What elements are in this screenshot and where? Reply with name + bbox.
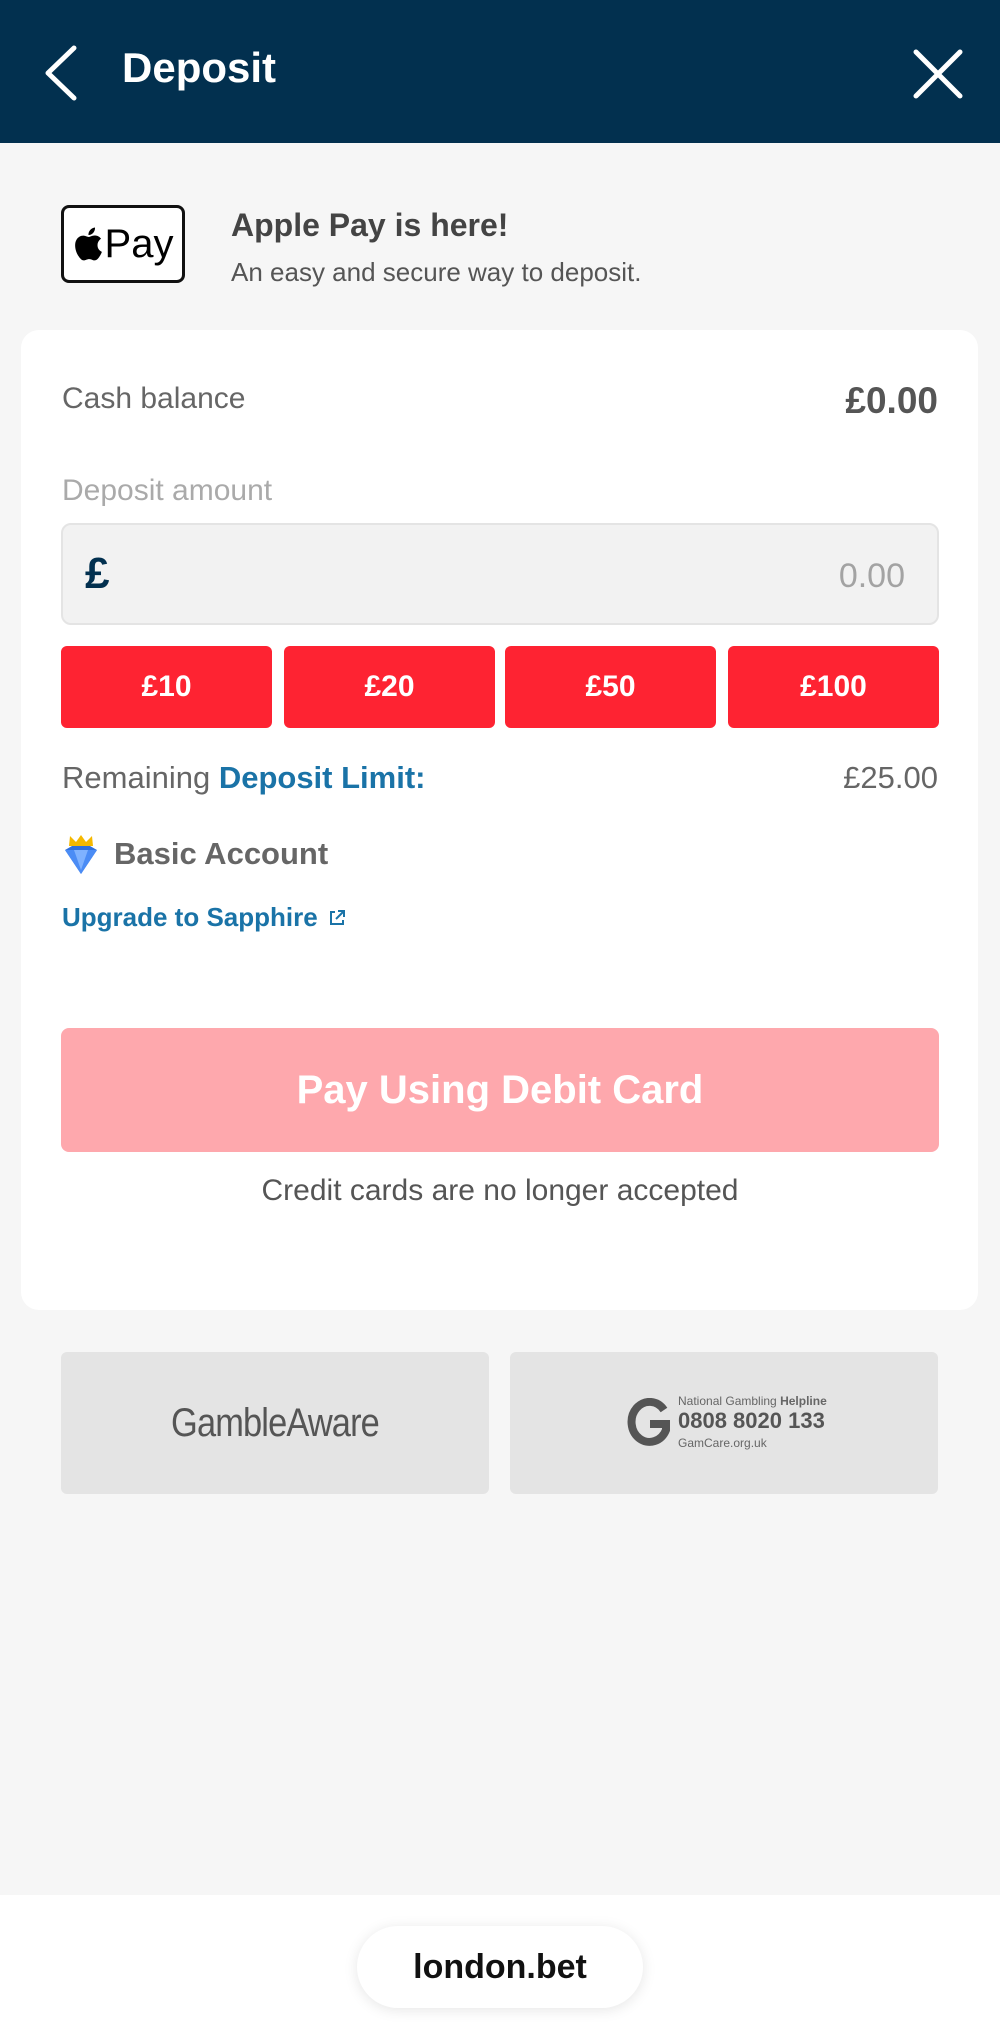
quick-amount-100-button[interactable]: £100 bbox=[728, 646, 939, 728]
header-bar: Deposit bbox=[0, 0, 1000, 143]
deposit-amount-container: £ bbox=[61, 523, 939, 625]
deposit-limit-link[interactable]: Deposit Limit: bbox=[219, 760, 426, 795]
gamcare-g-icon bbox=[627, 1398, 670, 1446]
gambleaware-logo-text: GambleAware bbox=[171, 1400, 380, 1445]
remaining-deposit-limit: Remaining Deposit Limit: bbox=[62, 760, 425, 796]
cash-balance-label: Cash balance bbox=[62, 382, 246, 415]
apple-icon bbox=[74, 227, 102, 261]
cash-balance-value: £0.00 bbox=[845, 380, 938, 421]
gamcare-helpline-caption: National Gambling Helpline bbox=[678, 1394, 827, 1408]
quick-amount-10-button[interactable]: £10 bbox=[61, 646, 272, 728]
quick-amount-20-button[interactable]: £20 bbox=[284, 646, 495, 728]
pay-using-debit-card-button[interactable]: Pay Using Debit Card bbox=[61, 1028, 939, 1152]
deposit-amount-label: Deposit amount bbox=[62, 474, 273, 507]
external-link-icon bbox=[329, 909, 345, 925]
upgrade-to-sapphire-link[interactable]: Upgrade to Sapphire bbox=[62, 902, 346, 933]
gamcare-site: GamCare.org.uk bbox=[678, 1436, 767, 1450]
site-address-pill[interactable]: london.bet bbox=[357, 1926, 643, 2008]
gamcare-helpline-tile[interactable]: National Gambling Helpline 0808 8020 133… bbox=[510, 1352, 938, 1494]
gamcare-logo: National Gambling Helpline 0808 8020 133… bbox=[626, 1394, 836, 1454]
currency-symbol: £ bbox=[85, 549, 110, 598]
deposit-amount-input[interactable] bbox=[203, 547, 907, 605]
gambleaware-tile[interactable]: GambleAware bbox=[61, 1352, 489, 1494]
apple-pay-logo-text: Pay bbox=[104, 221, 174, 266]
apple-pay-subtitle: An easy and secure way to deposit. bbox=[231, 257, 642, 287]
sapphire-gem-icon bbox=[65, 835, 97, 874]
chevron-left-icon[interactable] bbox=[40, 42, 84, 104]
account-tier: Basic Account bbox=[114, 836, 329, 871]
apple-pay-title: Apple Pay is here! bbox=[231, 207, 509, 243]
page-title: Deposit bbox=[122, 44, 277, 91]
credit-card-note: Credit cards are no longer accepted bbox=[261, 1174, 739, 1207]
upgrade-link-label: Upgrade to Sapphire bbox=[62, 902, 318, 932]
deposit-limit-value: £25.00 bbox=[843, 760, 938, 795]
close-icon[interactable] bbox=[910, 46, 966, 102]
apple-pay-logo: Pay bbox=[61, 205, 185, 283]
quick-amount-50-button[interactable]: £50 bbox=[505, 646, 716, 728]
gamcare-phone-number: 0808 8020 133 bbox=[678, 1408, 825, 1433]
limit-prefix: Remaining bbox=[62, 760, 219, 795]
